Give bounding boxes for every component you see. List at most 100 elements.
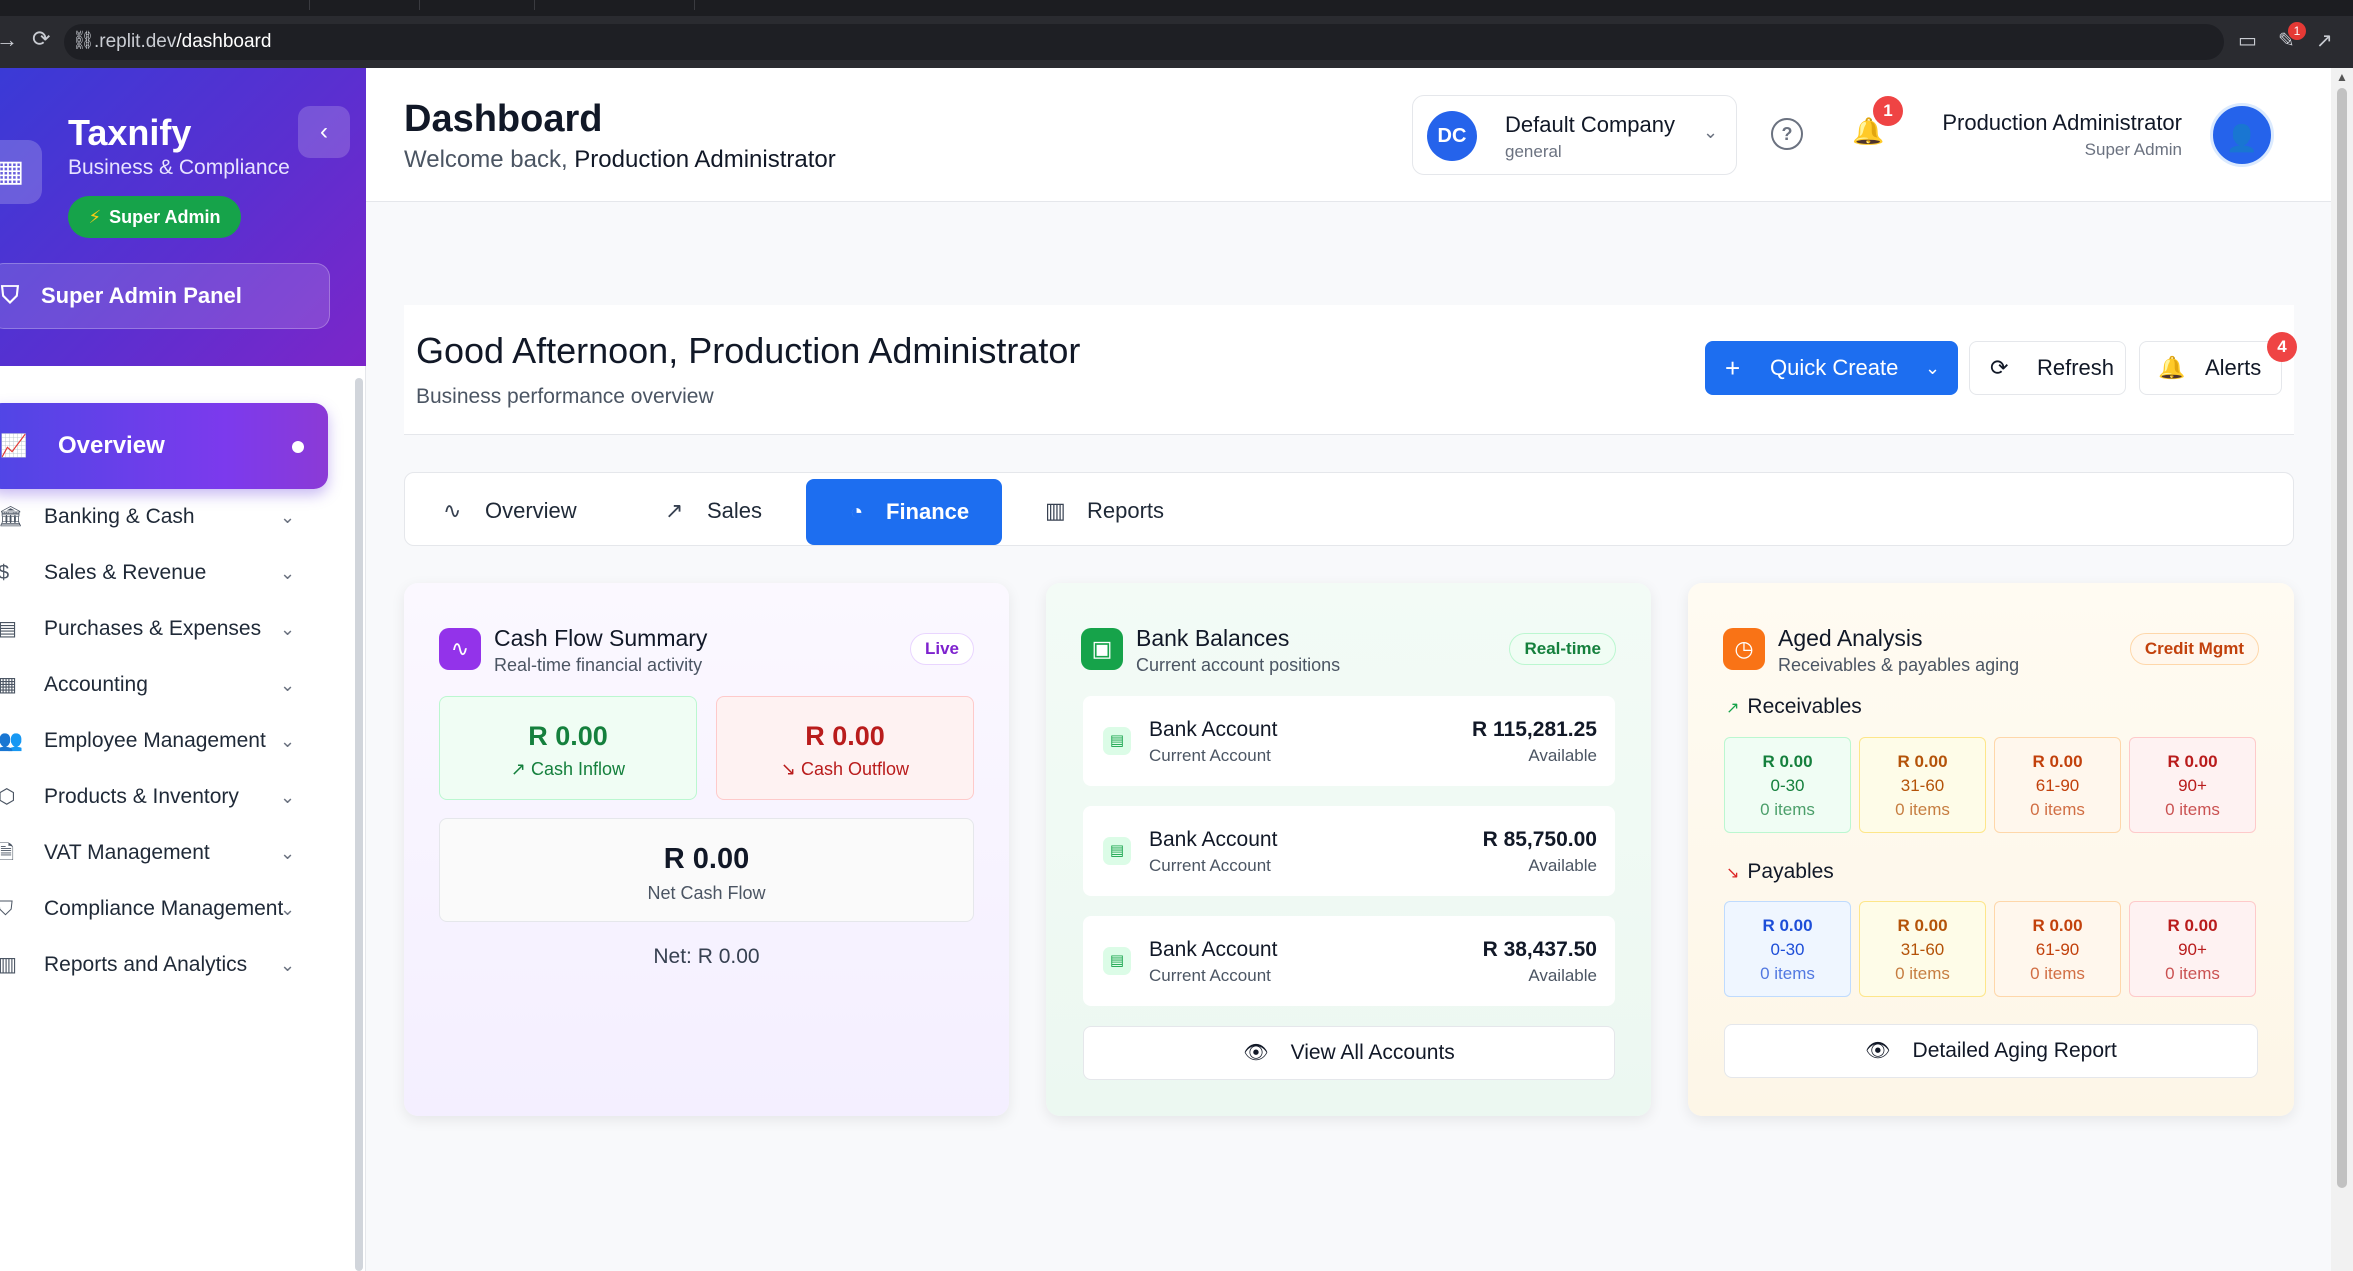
cash-outflow-label: ↘ Cash Outflow [780, 759, 910, 779]
page-scrollbar[interactable]: ▲ [2331, 68, 2353, 1271]
sidebar-scrollbar[interactable] [355, 378, 363, 1271]
tab-finance[interactable]: ◔ Finance [806, 479, 1002, 545]
aging-range: 0-30 [1770, 940, 1805, 959]
help-icon[interactable]: ? [1771, 118, 1803, 150]
sidebar-item-vat[interactable]: 🗎 VAT Management ⌄ [0, 828, 330, 878]
receivables-aging-90-plus[interactable]: R 0.00 90+ 0 items [2129, 737, 2256, 833]
shield-icon: ⛉ [0, 898, 13, 920]
collapse-sidebar-button[interactable]: ‹ [298, 106, 350, 158]
browser-tab-strip [0, 0, 2353, 16]
bank-account-row[interactable]: ▤ Bank Account Current Account R 38,437.… [1083, 916, 1615, 1006]
receivables-aging-0-30[interactable]: R 0.00 0-30 0 items [1724, 737, 1851, 833]
sidebar-item-products[interactable]: ⬡ Products & Inventory ⌄ [0, 772, 330, 822]
sidebar-item-compliance[interactable]: ⛉ Compliance Management ⌄ [0, 884, 330, 934]
bank-icon: 🏛 [0, 506, 24, 528]
payables-aging-90-plus[interactable]: R 0.00 90+ 0 items [2129, 901, 2256, 997]
sidebar-item-employees[interactable]: 👥 Employee Management ⌄ [0, 716, 330, 766]
aging-range: 61-90 [2035, 940, 2080, 959]
brand-subtitle: Business & Compliance [68, 156, 290, 179]
account-name: Bank Account [1149, 938, 1278, 961]
greeting-title: Good Afternoon, Production Administrator [416, 330, 1081, 371]
detailed-aging-report-button[interactable]: 👁 Detailed Aging Report [1724, 1024, 2258, 1078]
pie-chart-icon: ◔ [850, 499, 864, 524]
browser-tab[interactable] [420, 0, 535, 10]
eye-icon: 👁 [1865, 1040, 1891, 1062]
sidebar-item-purchases[interactable]: ▤ Purchases & Expenses ⌄ [0, 604, 330, 654]
activity-icon: ∿ [443, 498, 462, 523]
user-avatar[interactable]: 👤 [2210, 103, 2274, 167]
payables-aging-0-30[interactable]: R 0.00 0-30 0 items [1724, 901, 1851, 997]
aging-count: 0 items [2030, 964, 2085, 983]
bank-account-row[interactable]: ▤ Bank Account Current Account R 85,750.… [1083, 806, 1615, 896]
aging-value: R 0.00 [1897, 752, 1948, 771]
site-info-icon[interactable]: ⛓ [72, 30, 95, 51]
brand-name: Taxnify [68, 112, 192, 153]
sidebar-item-reports[interactable]: ▥ Reports and Analytics ⌄ [0, 940, 330, 990]
sidebar-item-overview[interactable]: 📈 Overview [0, 403, 328, 489]
page-title: Dashboard [404, 98, 603, 140]
aging-range: 0-30 [1770, 776, 1805, 795]
url-text[interactable]: .replit.dev/dashboard [94, 31, 271, 53]
alerts-button[interactable]: 🔔 Alerts [2139, 341, 2282, 395]
tab-overview[interactable]: ∿ Overview [443, 479, 577, 543]
tab-sales[interactable]: ↗ Sales [665, 479, 762, 543]
aging-count: 0 items [1760, 800, 1815, 819]
account-status: Available [1528, 856, 1597, 875]
sidebar-item-banking[interactable]: 🏛 Banking & Cash ⌄ [0, 492, 330, 542]
quick-create-button[interactable]: + Quick Create ⌄ [1705, 341, 1958, 395]
box-icon: ⬡ [0, 786, 16, 808]
sidebar-header: ▦ Taxnify Business & Compliance ⚡ Super A… [0, 68, 366, 366]
company-selector[interactable]: DC Default Company general ⌄ [1412, 95, 1737, 175]
net-summary: Net: R 0.00 [653, 945, 760, 968]
building-icon: ▤ [1103, 727, 1131, 755]
browser-tab[interactable] [310, 0, 420, 10]
sidebar-item-accounting[interactable]: ▦ Accounting ⌄ [0, 660, 330, 710]
aging-range: 31-60 [1900, 940, 1945, 959]
aging-range: 61-90 [2035, 776, 2080, 795]
card-title: Bank Balances [1136, 625, 1290, 651]
sidebar-item-sales[interactable]: $ Sales & Revenue ⌄ [0, 548, 330, 598]
open-external-icon[interactable]: ↗ [2316, 28, 2333, 53]
scroll-up-icon[interactable]: ▲ [2336, 70, 2348, 84]
view-all-accounts-button[interactable]: 👁 View All Accounts [1083, 1026, 1615, 1080]
line-chart-icon: 📈 [0, 433, 28, 458]
welcome-text: Welcome back, Production Administrator [404, 146, 836, 173]
browser-tab[interactable] [200, 0, 310, 10]
browser-tab[interactable] [535, 0, 695, 10]
extension-badge: 1 [2288, 22, 2306, 40]
chevron-down-icon: ⌄ [280, 787, 296, 807]
calculator-logo-icon: ▦ [0, 140, 42, 204]
eye-icon: 👁 [1243, 1042, 1269, 1064]
forward-icon[interactable]: → [0, 27, 18, 53]
super-admin-panel-button[interactable]: ⛉ Super Admin Panel [0, 263, 330, 329]
account-status: Available [1528, 746, 1597, 765]
receivables-aging-31-60[interactable]: R 0.00 31-60 0 items [1859, 737, 1986, 833]
tab-reports[interactable]: ▥ Reports [1045, 479, 1164, 543]
bank-account-row[interactable]: ▤ Bank Account Current Account R 115,281… [1083, 696, 1615, 786]
trending-up-icon: ↗ [665, 498, 684, 523]
alerts-count-badge: 4 [2267, 332, 2297, 362]
aging-value: R 0.00 [1762, 752, 1813, 771]
account-amount: R 85,750.00 [1482, 828, 1597, 851]
account-name: Bank Account [1149, 718, 1278, 741]
card-subtitle: Receivables & payables aging [1778, 655, 2020, 675]
top-header: Dashboard Welcome back, Production Admin… [366, 68, 2331, 202]
building-icon: ▤ [1103, 837, 1131, 865]
payables-aging-31-60[interactable]: R 0.00 31-60 0 items [1859, 901, 1986, 997]
calculator-icon: ▦ [0, 674, 17, 696]
aging-count: 0 items [2165, 964, 2220, 983]
chevron-down-icon: ⌄ [1925, 358, 1941, 378]
screen-share-icon[interactable]: ▭ [2238, 28, 2257, 53]
refresh-button[interactable]: ⟳ Refresh [1969, 341, 2126, 395]
address-bar[interactable] [64, 24, 2224, 60]
bell-icon: 🔔 [2158, 355, 2186, 380]
account-type: Current Account [1149, 856, 1271, 875]
reload-icon[interactable]: ⟳ [32, 26, 50, 52]
receivables-aging-61-90[interactable]: R 0.00 61-90 0 items [1994, 737, 2121, 833]
aging-value: R 0.00 [1897, 916, 1948, 935]
account-status: Available [1528, 966, 1597, 985]
scrollbar-thumb[interactable] [2337, 88, 2347, 1188]
card-subtitle: Real-time financial activity [494, 655, 703, 675]
bar-chart-icon: ▥ [0, 954, 17, 976]
payables-aging-61-90[interactable]: R 0.00 61-90 0 items [1994, 901, 2121, 997]
